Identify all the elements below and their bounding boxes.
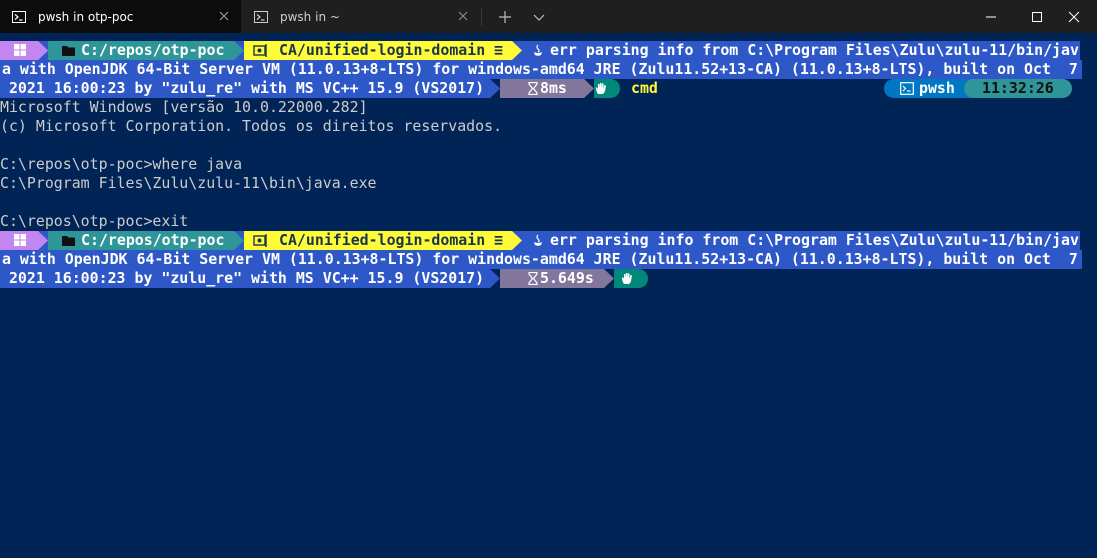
- java-text: 2021 16:00:23 by "zulu_re" with MS VC++ …: [0, 79, 485, 97]
- title-bar: pwsh in otp-poc pwsh in ~: [0, 0, 1097, 33]
- output-line: C:\repos\otp-poc>where java: [0, 155, 243, 173]
- duration-text: 8ms: [540, 79, 567, 97]
- powerline-separator: [490, 269, 500, 288]
- hourglass-icon: [528, 82, 538, 95]
- java-text: a with OpenJDK 64-Bit Server VM (11.0.13…: [2, 250, 1078, 268]
- status-segment-cap: [638, 269, 648, 288]
- tab-pwsh-home[interactable]: pwsh in ~: [242, 0, 480, 33]
- tab-label: pwsh in otp-poc: [38, 9, 134, 24]
- close-icon[interactable]: [456, 9, 470, 23]
- shell-text: pwsh: [919, 79, 955, 97]
- powerline-separator: [234, 41, 244, 60]
- terminal-pane[interactable]: C:/repos/otp-poc CA/unified-login-domain…: [0, 33, 1097, 558]
- close-icon[interactable]: [217, 9, 231, 23]
- minimize-icon: [985, 11, 997, 23]
- powerline-separator: [512, 231, 522, 250]
- minimize-button[interactable]: [968, 0, 1014, 33]
- powershell-icon: [12, 10, 26, 24]
- java-icon: [532, 234, 544, 247]
- output-line: C:\Program Files\Zulu\zulu-11\bin\java.e…: [0, 174, 377, 192]
- powerline-separator: [38, 41, 48, 60]
- status-segment-cap: [610, 79, 620, 98]
- hourglass-icon: [528, 272, 538, 285]
- powerline-separator: [234, 231, 244, 250]
- terminal-icon: [900, 82, 914, 95]
- chevron-down-icon: [532, 10, 546, 24]
- java-icon: [532, 44, 544, 57]
- java-text: a with OpenJDK 64-Bit Server VM (11.0.13…: [2, 60, 1078, 78]
- duration-text: 5.649s: [540, 269, 594, 287]
- output-line: Microsoft Windows [versão 10.0.22000.282…: [0, 98, 368, 116]
- window-close-button[interactable]: [1051, 0, 1097, 33]
- close-icon: [1068, 11, 1080, 23]
- git-icon: [253, 44, 267, 57]
- powerline-separator: [604, 269, 614, 288]
- powerline-separator: [584, 79, 594, 98]
- tab-divider: [481, 8, 482, 26]
- folder-icon: [62, 45, 75, 56]
- new-tab-button[interactable]: [492, 0, 518, 33]
- output-line: C:\repos\otp-poc>exit: [0, 212, 189, 230]
- java-text: 2021 16:00:23 by "zulu_re" with MS VC++ …: [0, 269, 485, 287]
- java-text: err parsing info from C:\Program Files\Z…: [550, 231, 1079, 249]
- hand-icon: [595, 82, 607, 95]
- powerline-separator: [38, 231, 48, 250]
- java-text: err parsing info from C:\Program Files\Z…: [550, 41, 1079, 59]
- powerline-separator: [512, 41, 522, 60]
- clock-text: 11:32:26: [982, 79, 1054, 97]
- path-text: C:/repos/otp-poc: [81, 231, 225, 249]
- output-line: (c) Microsoft Corporation. Todos os dire…: [0, 117, 503, 135]
- plus-icon: [498, 10, 512, 24]
- maximize-icon: [1031, 11, 1043, 23]
- windows-icon: [14, 234, 26, 246]
- tab-dropdown-button[interactable]: [526, 0, 552, 33]
- powershell-icon: [254, 10, 268, 24]
- path-text: C:/repos/otp-poc: [81, 41, 225, 59]
- windows-icon: [14, 44, 26, 56]
- powerline-separator: [490, 79, 500, 98]
- hand-icon: [621, 272, 633, 285]
- branch-text: CA/unified-login-domain ≡: [279, 231, 504, 249]
- tab-pwsh-otp-poc[interactable]: pwsh in otp-poc: [0, 0, 241, 33]
- git-icon: [253, 234, 267, 247]
- tab-label: pwsh in ~: [280, 9, 340, 24]
- folder-icon: [62, 235, 75, 246]
- command-text: cmd: [631, 79, 658, 97]
- branch-text: CA/unified-login-domain ≡: [279, 41, 504, 59]
